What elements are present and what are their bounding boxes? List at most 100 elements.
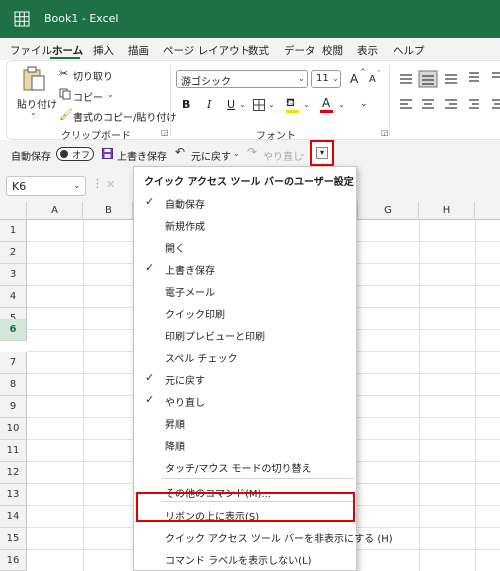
tab-data[interactable]: データ	[284, 43, 316, 58]
select-all-corner[interactable]	[0, 202, 27, 220]
menu-item-quick-print[interactable]: クイック印刷	[134, 301, 356, 322]
ribbon-divider	[170, 66, 171, 136]
menu-item-undo[interactable]: ✓ 元に戻す	[134, 367, 356, 388]
window-title: Book1 - Excel	[44, 12, 119, 25]
row-header[interactable]: 3	[0, 264, 27, 286]
row-header[interactable]: 11	[0, 440, 27, 462]
tab-file[interactable]: ファイル	[10, 43, 52, 58]
tab-draw[interactable]: 描画	[128, 43, 149, 58]
row-header[interactable]: 1	[0, 220, 27, 242]
format-painter-button[interactable]: 書式のコピー/貼り付け	[73, 109, 176, 124]
autosave-label: 自動保存	[11, 152, 51, 163]
tab-home[interactable]: ホーム	[52, 43, 83, 58]
chevron-down-icon[interactable]: ⌄	[298, 74, 305, 83]
save-icon[interactable]	[102, 148, 113, 159]
column-header-h[interactable]: H	[419, 202, 475, 220]
menu-item-hide-qat[interactable]: クイック アクセス ツール バーを非表示にする (H)	[134, 525, 393, 546]
font-name-select[interactable]: 游ゴシック	[176, 70, 308, 88]
undo-button[interactable]: 元に戻す	[191, 148, 231, 163]
tab-page-layout[interactable]: ページ レイアウト	[163, 43, 250, 58]
row-header-selected[interactable]: 6	[0, 319, 27, 341]
menu-item-save[interactable]: ✓ 上書き保存	[134, 257, 356, 278]
copy-button[interactable]: コピー	[73, 89, 103, 104]
tab-formulas[interactable]: 数式	[248, 43, 269, 58]
column-header-b[interactable]: B	[83, 202, 133, 220]
redo-icon[interactable]: ↷	[247, 145, 257, 159]
dialog-launcher-icon[interactable]: ◲	[161, 128, 169, 137]
column-header-i[interactable]	[475, 202, 500, 220]
column-header-a[interactable]: A	[27, 202, 83, 220]
fill-color-icon[interactable]: ⛾	[286, 96, 295, 111]
chevron-down-icon[interactable]: ⌄	[233, 149, 240, 158]
row-header[interactable]: 4	[0, 286, 27, 308]
menu-item-print-preview[interactable]: 印刷プレビューと印刷	[134, 323, 356, 344]
autosave-toggle[interactable]: オフ	[56, 147, 94, 161]
check-icon: ✓	[145, 393, 155, 406]
chevron-down-icon[interactable]: ⌄	[107, 90, 114, 99]
scissors-icon: ✂	[59, 67, 69, 80]
save-button[interactable]: 上書き保存	[117, 148, 167, 163]
menu-item-hide-labels[interactable]: コマンド ラベルを表示しない(L)	[134, 547, 356, 568]
row-header[interactable]: 16	[0, 550, 27, 571]
row-header[interactable]: 13	[0, 484, 27, 506]
italic-button[interactable]: I	[207, 98, 211, 111]
format-painter-icon: 🖌	[59, 108, 73, 121]
chevron-down-icon[interactable]: ⌄	[299, 149, 306, 158]
tab-insert[interactable]: 挿入	[93, 43, 114, 58]
tab-view[interactable]: 表示	[357, 43, 378, 58]
name-box-value: K6	[12, 180, 27, 193]
menu-item-email[interactable]: 電子メール	[134, 279, 356, 300]
dropdown-arrow-icon: ▾	[316, 147, 328, 159]
fill-color-swatch	[286, 110, 299, 113]
borders-icon[interactable]	[253, 99, 265, 111]
row-header[interactable]: 12	[0, 462, 27, 484]
row-header[interactable]: 10	[0, 418, 27, 440]
underline-button[interactable]: U	[227, 98, 235, 111]
row-header[interactable]: 9	[0, 396, 27, 418]
font-color-swatch	[320, 110, 333, 113]
chevron-down-icon[interactable]: ⌄	[332, 74, 339, 83]
toggle-state-label: オフ	[72, 151, 91, 161]
chevron-down-icon[interactable]: ⌄	[268, 100, 275, 109]
row-header[interactable]: 14	[0, 506, 27, 528]
paste-icon[interactable]	[22, 66, 46, 92]
chevron-down-icon[interactable]: ⌄	[73, 181, 81, 191]
grow-font-button[interactable]: A	[350, 72, 358, 86]
menu-item-new[interactable]: 新規作成	[134, 213, 356, 234]
menu-header: クイック アクセス ツール バーのユーザー設定	[144, 177, 354, 188]
bold-button[interactable]: B	[182, 98, 190, 111]
dialog-launcher-icon[interactable]: ◲	[381, 128, 389, 137]
tab-help[interactable]: ヘルプ	[393, 43, 425, 58]
cancel-icon[interactable]: ✕	[106, 178, 115, 191]
row-header[interactable]: 2	[0, 242, 27, 264]
check-icon: ✓	[145, 261, 155, 274]
chevron-down-icon[interactable]: ⌄	[239, 100, 246, 109]
menu-item-autosave[interactable]: ✓ 自動保存	[134, 191, 356, 212]
chevron-down-icon[interactable]: ⌄	[338, 100, 345, 109]
tab-review[interactable]: 校閲	[322, 43, 343, 58]
menu-item-spelling[interactable]: スペル チェック	[134, 345, 356, 366]
formula-bar-dots-icon: ⋮	[92, 177, 103, 190]
copy-icon	[59, 88, 71, 100]
menu-item-redo[interactable]: ✓ やり直し	[134, 389, 356, 410]
chevron-down-icon[interactable]: ⌄	[303, 100, 310, 109]
alignment-icons[interactable]	[397, 70, 500, 115]
undo-icon[interactable]: ↶	[175, 145, 185, 159]
caret-down-icon: ˇ	[377, 70, 381, 78]
row-header[interactable]: 15	[0, 528, 27, 550]
cut-button[interactable]: 切り取り	[73, 68, 113, 83]
row-header[interactable]: 8	[0, 374, 27, 396]
font-color-button[interactable]: A	[322, 96, 330, 110]
chevron-down-icon[interactable]: ⌄	[30, 108, 37, 117]
menu-item-touch-mode[interactable]: タッチ/マウス モードの切り替え	[134, 455, 356, 476]
customize-qat-button[interactable]: ▾	[310, 140, 334, 166]
menu-item-open[interactable]: 開く	[134, 235, 356, 256]
row-header[interactable]: 7	[0, 352, 27, 374]
menu-item-sort-descending[interactable]: 降順	[134, 433, 356, 454]
paste-button[interactable]: 貼り付け	[17, 96, 57, 111]
column-header-g[interactable]: G	[357, 202, 419, 220]
menu-item-sort-ascending[interactable]: 昇順	[134, 411, 356, 432]
redo-button[interactable]: やり直し	[263, 148, 303, 163]
shrink-font-button[interactable]: A	[369, 74, 376, 85]
more-icon[interactable]: ⌄	[360, 99, 368, 109]
